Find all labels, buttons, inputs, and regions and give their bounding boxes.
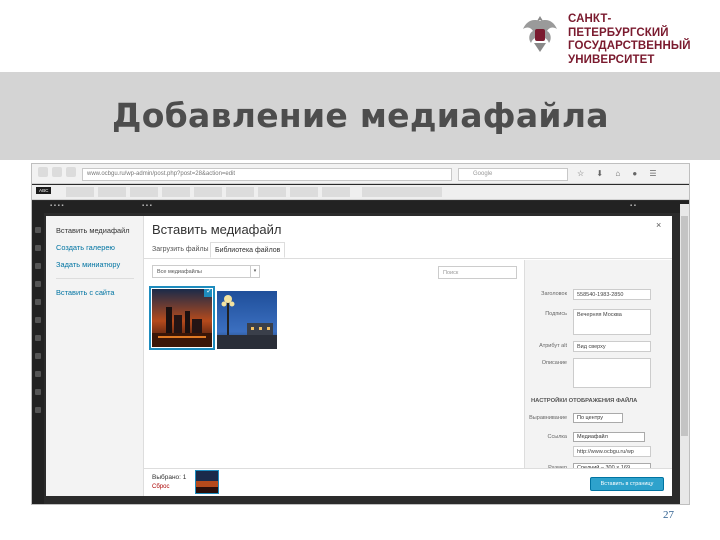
- scrollbar[interactable]: [680, 204, 689, 504]
- menu-insert-media[interactable]: Вставить медиафайл: [56, 226, 130, 235]
- wordpress-screenshot: www.ocbgu.ru/wp-admin/post.php?post=28&a…: [31, 163, 690, 505]
- browser-toolbar: www.ocbgu.ru/wp-admin/post.php?post=28&a…: [32, 164, 689, 184]
- menu-set-thumbnail[interactable]: Задать миниатюру: [56, 260, 120, 269]
- bookmark-4[interactable]: [162, 187, 190, 197]
- bookmarks-bar: ABC: [32, 185, 689, 200]
- close-icon[interactable]: ×: [656, 220, 661, 230]
- bookmark-2[interactable]: [98, 187, 126, 197]
- browser-nav-icons[interactable]: ☆ ⬇ ⌂ ● ☰: [577, 169, 662, 178]
- bookmark-1[interactable]: [66, 187, 94, 197]
- sidebar-media-icon[interactable]: [35, 263, 41, 269]
- eagle-emblem-icon: [523, 16, 557, 52]
- menu-create-gallery[interactable]: Создать галерею: [56, 243, 115, 252]
- admin-bar-user[interactable]: ▪ ▪: [630, 203, 636, 209]
- page-number: 27: [663, 509, 674, 521]
- sidebar-comments-icon[interactable]: [35, 299, 41, 305]
- forward-icon[interactable]: [52, 167, 62, 177]
- sidebar-users-icon[interactable]: [35, 353, 41, 359]
- night-city-image: [152, 289, 212, 347]
- sidebar-posts-icon[interactable]: [35, 245, 41, 251]
- link-select[interactable]: Медиафайл: [573, 432, 645, 442]
- sidebar-settings-icon[interactable]: [35, 389, 41, 395]
- modal-title: Вставить медиафайл: [152, 222, 282, 237]
- media-modal-menu: Вставить медиафайл Создать галерею Задат…: [46, 216, 144, 496]
- display-settings-heading: НАСТРОЙКИ ОТОБРАЖЕНИЯ ФАЙЛА: [531, 398, 638, 404]
- sidebar-dashboard-icon[interactable]: [35, 227, 41, 233]
- menu-insert-from-url[interactable]: Вставить с сайта: [56, 288, 114, 297]
- bookmark-9[interactable]: [322, 187, 350, 197]
- bookmark-3[interactable]: [130, 187, 158, 197]
- description-label: Описание: [541, 360, 567, 366]
- link-label: Ссылка: [547, 434, 567, 440]
- sidebar-collapse-icon[interactable]: [35, 407, 41, 413]
- bookmark-5[interactable]: [194, 187, 222, 197]
- alt-field[interactable]: Вид сверху: [573, 341, 651, 352]
- insert-into-page-button[interactable]: Вставить в страницу: [590, 477, 664, 491]
- bookmark-7[interactable]: [258, 187, 286, 197]
- media-thumb-night-city[interactable]: ✓: [149, 286, 215, 350]
- back-icon[interactable]: [38, 167, 48, 177]
- clear-selection-link[interactable]: Сброс: [152, 484, 169, 490]
- wp-admin-sidebar: [32, 213, 44, 504]
- university-name: САНКТ-ПЕТЕРБУРГСКИЙ ГОСУДАРСТВЕННЫЙ УНИВ…: [568, 13, 710, 67]
- tab-upload-files[interactable]: Загрузить файлы: [152, 246, 209, 253]
- admin-bar-site[interactable]: ▪ ▪ ▪ ▪: [50, 203, 64, 209]
- sidebar-tools-icon[interactable]: [35, 371, 41, 377]
- browser-search-input[interactable]: Google: [458, 168, 568, 181]
- home-icon[interactable]: [66, 167, 76, 177]
- selected-thumb[interactable]: [195, 470, 219, 494]
- media-thumb-street[interactable]: [217, 291, 277, 349]
- caption-field[interactable]: Вечерняя Москва: [573, 309, 651, 335]
- link-url-field[interactable]: http://www.ocbgu.ru/wp: [573, 446, 651, 457]
- alt-label: Атрибут alt: [539, 343, 567, 349]
- selected-thumb-image: [196, 471, 218, 493]
- sidebar-pages-icon[interactable]: [35, 281, 41, 287]
- logo-line-2: ГОСУДАРСТВЕННЫЙ: [568, 40, 691, 52]
- sidebar-plugins-icon[interactable]: [35, 335, 41, 341]
- logo-line-1: САНКТ-ПЕТЕРБУРГСКИЙ: [568, 13, 669, 39]
- tab-media-library[interactable]: Библиотека файлов: [210, 242, 286, 258]
- wp-admin-bar: ▪ ▪ ▪ ▪ ▪ ▪ ▪ ▪ ▪: [32, 201, 689, 213]
- filter-value: Все медиафайлы: [157, 269, 202, 275]
- title-label: Заголовок: [541, 291, 567, 297]
- align-select[interactable]: По центру: [573, 413, 623, 423]
- description-field[interactable]: [573, 358, 651, 388]
- media-modal: Вставить медиафайл Создать галерею Задат…: [46, 216, 672, 496]
- bookmark-8[interactable]: [290, 187, 318, 197]
- sidebar-appearance-icon[interactable]: [35, 317, 41, 323]
- title-field[interactable]: 558540-1983-2850: [573, 289, 651, 300]
- scrollbar-thumb[interactable]: [681, 216, 688, 436]
- selection-count: Выбрано: 1: [152, 474, 187, 481]
- media-toolbar: Выбрано: 1 Сброс Вставить в страницу: [144, 468, 672, 496]
- attachment-details: Заголовок 558540-1983-2850 Подпись Вечер…: [524, 260, 672, 473]
- admin-bar-links[interactable]: ▪ ▪ ▪: [142, 203, 152, 209]
- menu-separator: [56, 278, 134, 279]
- slide: САНКТ-ПЕТЕРБУРГСКИЙ ГОСУДАРСТВЕННЫЙ УНИВ…: [0, 0, 720, 540]
- street-image: [217, 291, 277, 349]
- logo-line-3: УНИВЕРСИТЕТ: [568, 53, 655, 66]
- bookmark-6[interactable]: [226, 187, 254, 197]
- checkmark-icon[interactable]: ✓: [204, 289, 212, 297]
- bookmark-abc-icon[interactable]: ABC: [36, 187, 52, 194]
- media-tabs: Загрузить файлы Библиотека файлов: [144, 242, 672, 259]
- university-logo: САНКТ-ПЕТЕРБУРГСКИЙ ГОСУДАРСТВЕННЫЙ УНИВ…: [520, 12, 710, 66]
- slide-title: Добавление медиафайла: [112, 96, 609, 135]
- bookmark-icons[interactable]: [362, 187, 442, 197]
- align-label: Выравнивание: [529, 415, 567, 421]
- chevron-down-icon: ▾: [250, 266, 259, 277]
- address-bar[interactable]: www.ocbgu.ru/wp-admin/post.php?post=28&a…: [82, 168, 452, 181]
- caption-label: Подпись: [545, 311, 567, 317]
- media-filter-select[interactable]: Все медиафайлы ▾: [152, 265, 260, 278]
- media-search-input[interactable]: Поиск: [438, 266, 517, 279]
